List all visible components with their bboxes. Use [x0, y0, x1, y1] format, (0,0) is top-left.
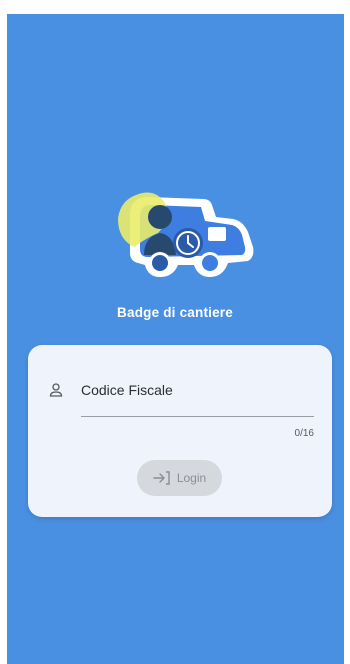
character-counter: 0/16 — [294, 428, 314, 439]
codice-fiscale-input[interactable] — [81, 375, 314, 417]
login-button-label: Login — [176, 471, 207, 485]
login-button[interactable]: Login — [137, 460, 222, 496]
app-logo-icon — [118, 192, 254, 277]
app-title: Badge di cantiere — [117, 305, 233, 320]
login-arrow-icon — [153, 471, 170, 485]
person-outline-icon — [49, 383, 63, 397]
app-screen: Badge di cantiere — [7, 14, 344, 664]
login-card: Codice Fiscale 0/16 Login — [28, 345, 332, 517]
